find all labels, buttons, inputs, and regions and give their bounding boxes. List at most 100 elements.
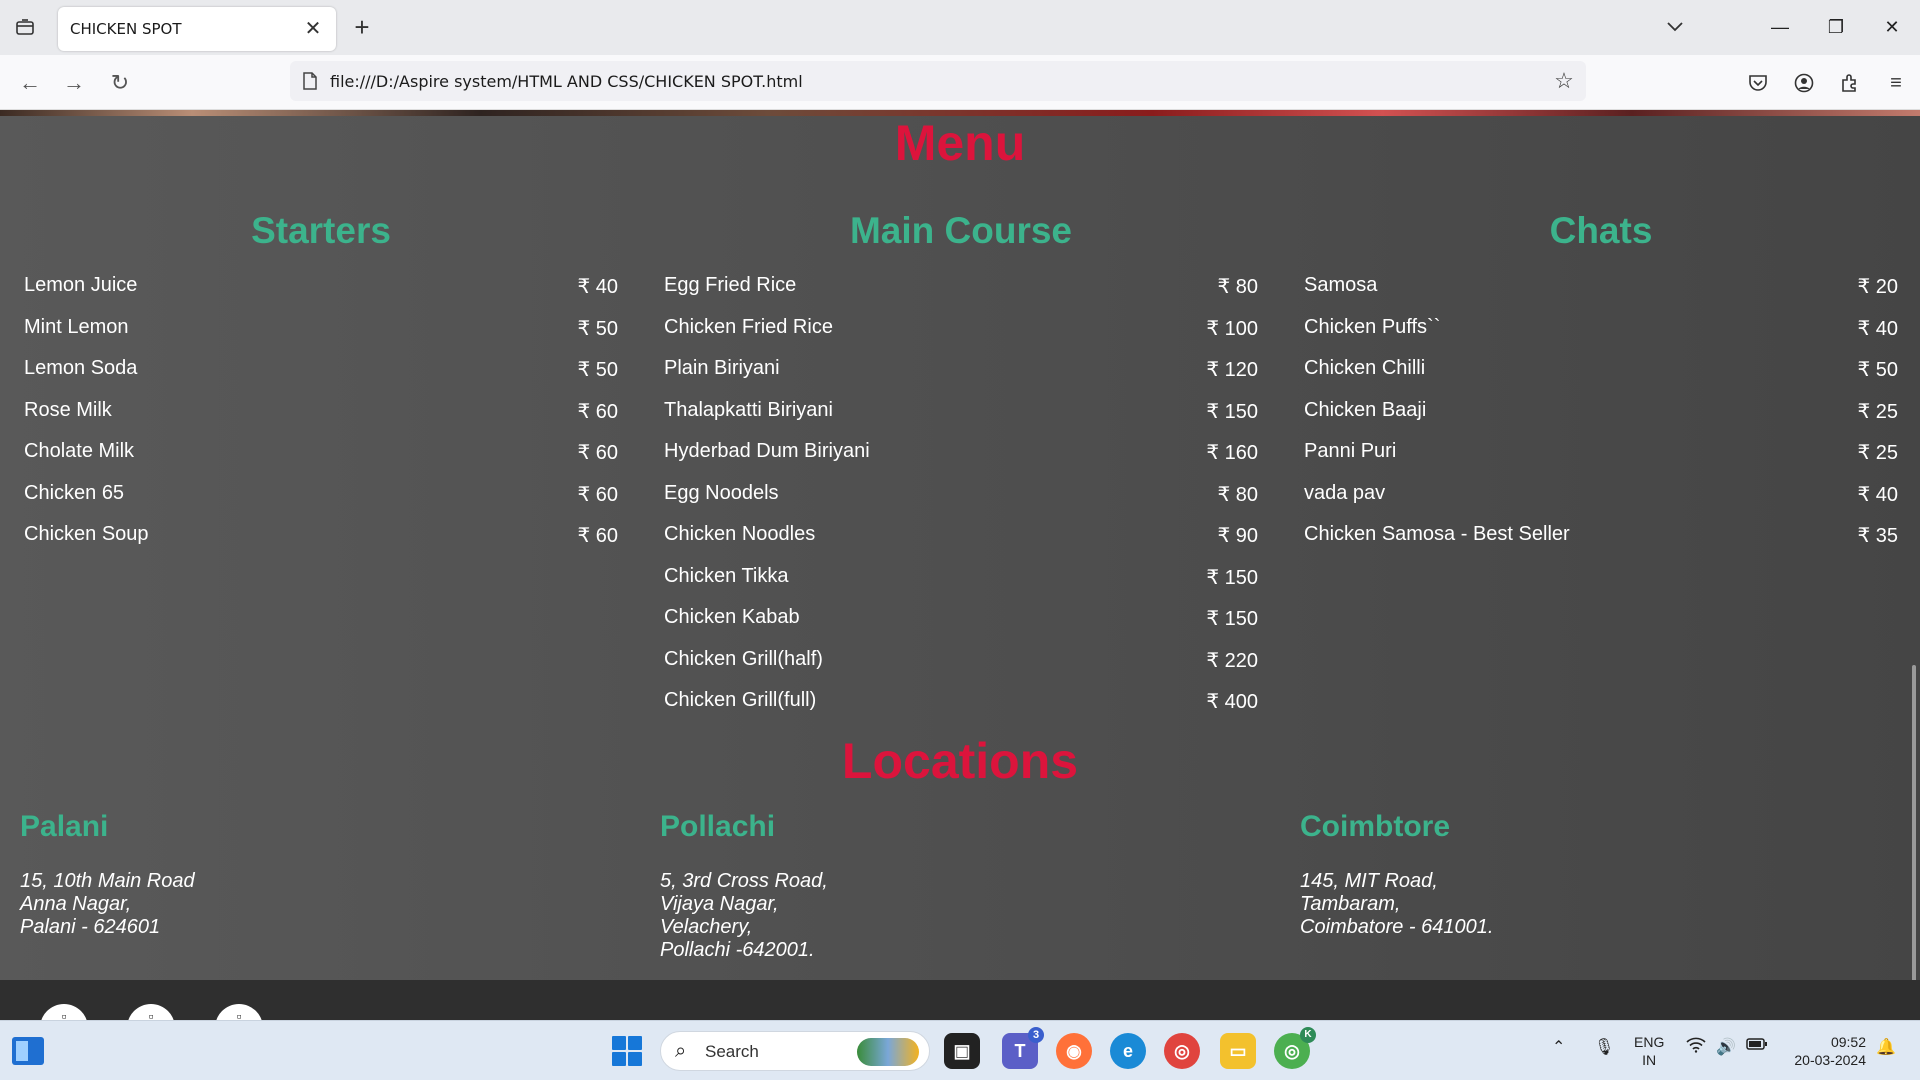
forward-icon[interactable]: →	[58, 67, 90, 99]
show-hidden-icons-icon[interactable]: ⌃	[1552, 1037, 1565, 1057]
menu-title: Menu	[894, 115, 1026, 171]
menu-item: Hyderbad Dum Biriyani ₹ 160	[664, 432, 1258, 474]
item-price: ₹ 25	[1857, 400, 1898, 423]
menu-item: Plain Biriyani ₹ 120	[664, 349, 1258, 391]
address-line: 15, 10th Main Road	[20, 870, 195, 892]
menu-heading: Chats	[1549, 210, 1653, 251]
volume-icon[interactable]: 🔊	[1716, 1037, 1736, 1057]
tab-list-icon[interactable]	[12, 14, 38, 40]
tab-title: CHICKEN SPOT	[70, 20, 182, 38]
item-price: ₹ 50	[1857, 359, 1898, 381]
widgets-icon[interactable]	[12, 1037, 44, 1065]
item-price: ₹ 120	[1206, 359, 1258, 381]
menu-column-chats: Chats Samosa ₹ 20 Chicken Puffs`` ₹ 40 Chi…	[1304, 210, 1898, 557]
search-label: Search	[705, 1042, 759, 1061]
item-name: Lemon Juice	[24, 274, 138, 296]
browser-tab-active[interactable]: CHICKEN SPOT ✕	[58, 7, 336, 51]
menu-item: Cholate Milk ₹ 60	[24, 432, 618, 474]
location-palani: Palani 15, 10th Main Road Anna Nagar, Pa…	[20, 810, 520, 939]
restore-icon[interactable]: ❐	[1808, 0, 1864, 55]
teams-badge: 3	[1028, 1027, 1044, 1043]
chrome-profile-badge: K	[1300, 1027, 1316, 1043]
menu-item: Egg Noodels ₹ 80	[664, 474, 1258, 516]
menu-item: Mint Lemon ₹ 50	[24, 308, 618, 350]
item-name: Chicken Baaji	[1304, 398, 1427, 421]
item-name: Mint Lemon	[24, 315, 129, 338]
list-all-tabs-icon[interactable]	[1660, 12, 1690, 42]
address-line: Pollachi -642001.	[660, 939, 815, 961]
teams-icon[interactable]: T3	[1002, 1027, 1044, 1069]
menu-item: Chicken Tikka ₹ 150	[664, 557, 1258, 599]
os-taskbar: ⌕ Search ▣ T3 ◉ e ◎ ▭ ◎ K ⌃ 🎙 ENG IN 🔊 09…	[0, 1020, 1920, 1080]
start-button-icon[interactable]	[612, 1036, 642, 1066]
address-line: Vijaya Nagar,	[660, 893, 779, 915]
item-name: Lemon Soda	[24, 357, 138, 379]
chrome-icon[interactable]: ◎	[1164, 1033, 1200, 1069]
address-bar[interactable]: file:///D:/Aspire system/HTML AND CSS/CH…	[290, 61, 1586, 101]
bookmark-star-icon[interactable]: ☆	[1550, 67, 1578, 95]
item-price: ₹ 400	[1206, 691, 1258, 713]
location-city: Coimbtore	[1300, 810, 1450, 843]
menu-item: Chicken Chilli ₹ 50	[1304, 349, 1898, 391]
item-price: ₹ 50	[577, 359, 618, 381]
window-controls: — ❐ ✕	[1752, 0, 1920, 55]
clock-date: 20-03-2024	[1794, 1052, 1866, 1068]
microphone-icon[interactable]: 🎙	[1594, 1037, 1614, 1057]
system-clock[interactable]: 09:52 20-03-2024	[1786, 1033, 1866, 1069]
item-name: Chicken Samosa - Best Seller	[1304, 523, 1570, 545]
item-price: ₹ 40	[1857, 317, 1898, 340]
item-price: ₹ 60	[577, 525, 618, 547]
file-explorer-icon[interactable]: ▭	[1220, 1033, 1256, 1069]
menu-item: Rose Milk ₹ 60	[24, 391, 618, 433]
taskbar-search[interactable]: ⌕ Search	[660, 1031, 930, 1071]
wifi-icon[interactable]	[1686, 1037, 1706, 1058]
extensions-icon[interactable]	[1834, 67, 1866, 99]
item-name: Cholate Milk	[24, 440, 135, 462]
item-price: ₹ 150	[1206, 400, 1258, 423]
item-name: vada pav	[1304, 481, 1386, 504]
item-name: Chicken Grill(full)	[664, 689, 817, 711]
menu-item: Chicken Fried Rice ₹ 100	[664, 308, 1258, 350]
search-highlight-icon	[857, 1038, 919, 1066]
page-scrollbar[interactable]	[1912, 665, 1916, 1020]
item-price: ₹ 220	[1206, 649, 1258, 672]
chrome-profile-icon[interactable]: ◎ K	[1274, 1027, 1316, 1069]
notifications-icon[interactable]: 🔔	[1876, 1037, 1896, 1057]
item-price: ₹ 20	[1857, 276, 1898, 298]
menu-hamburger-icon[interactable]: ≡	[1880, 67, 1912, 99]
language-indicator[interactable]: ENG IN	[1634, 1033, 1664, 1069]
item-name: Hyderbad Dum Biriyani	[664, 440, 870, 462]
item-name: Thalapkatti Biriyani	[664, 398, 833, 421]
address-line: Coimbatore - 641001.	[1300, 916, 1494, 938]
menu-item: Chicken Soup ₹ 60	[24, 515, 618, 557]
menu-item: Egg Fried Rice ₹ 80	[664, 266, 1258, 308]
menu-heading: Main Course	[849, 210, 1073, 251]
firefox-icon[interactable]: ◉	[1056, 1033, 1092, 1069]
item-name: Egg Fried Rice	[664, 274, 797, 296]
item-price: ₹ 40	[1857, 483, 1898, 506]
battery-icon[interactable]	[1746, 1037, 1768, 1056]
item-name: Chicken Puffs``	[1304, 315, 1441, 338]
language-region: IN	[1642, 1052, 1657, 1068]
page-footer: ▫ ▫ ▫	[0, 980, 1920, 1052]
item-name: Chicken Fried Rice	[664, 315, 833, 338]
menu-item: Chicken 65 ₹ 60	[24, 474, 618, 516]
account-icon[interactable]	[1788, 67, 1820, 99]
task-view-icon[interactable]: ▣	[944, 1033, 980, 1069]
pocket-icon[interactable]	[1742, 67, 1774, 99]
new-tab-icon[interactable]: +	[348, 12, 376, 42]
close-window-icon[interactable]: ✕	[1864, 0, 1920, 55]
reload-icon[interactable]: ↻	[104, 67, 136, 99]
minimize-icon[interactable]: —	[1752, 0, 1808, 55]
item-name: Chicken Soup	[24, 523, 149, 545]
item-price: ₹ 35	[1857, 525, 1898, 547]
item-price: ₹ 25	[1857, 442, 1898, 464]
item-name: Panni Puri	[1304, 440, 1397, 462]
tab-close-icon[interactable]: ✕	[300, 15, 326, 41]
item-price: ₹ 40	[577, 276, 618, 298]
edge-icon[interactable]: e	[1110, 1033, 1146, 1069]
page-icon	[300, 70, 320, 92]
browser-tab-bar: CHICKEN SPOT ✕ + — ❐ ✕	[0, 0, 1920, 55]
back-icon[interactable]: ←	[14, 67, 46, 99]
menu-heading: Starters	[251, 210, 391, 251]
